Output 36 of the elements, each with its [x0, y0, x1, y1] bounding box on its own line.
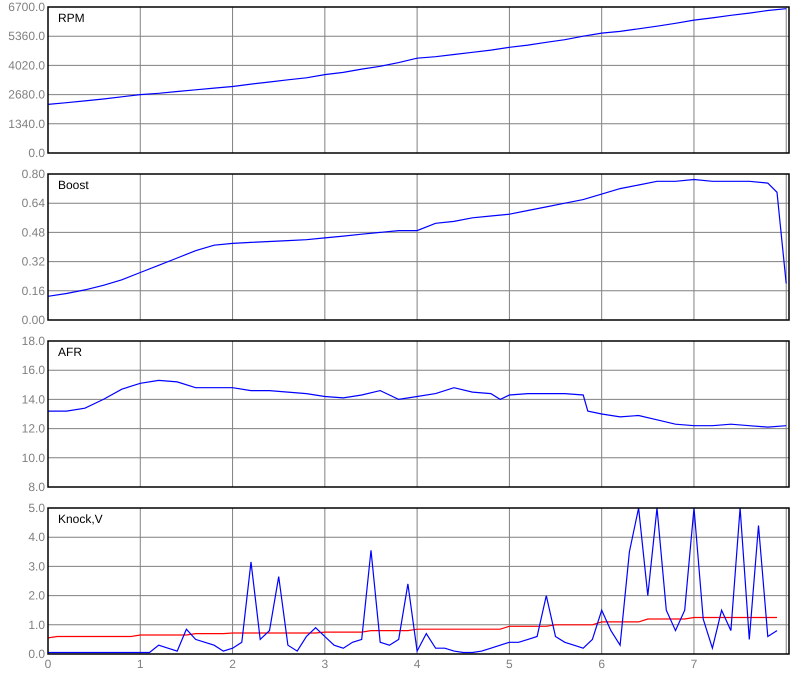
axis-tick-label: 8.0 — [28, 480, 45, 494]
axis-tick-label: 4.0 — [28, 530, 45, 544]
axis-tick-label: 16.0 — [22, 363, 45, 378]
axis-tick-label: 2 — [229, 657, 236, 671]
axis-tick-label: 2680.0 — [8, 88, 45, 102]
axis-tick-label: 1.0 — [28, 618, 45, 632]
axis-tick-label: 12.0 — [22, 422, 45, 436]
axis-tick-label: 1340.0 — [8, 116, 45, 131]
axis-tick-label: 5.0 — [28, 501, 45, 515]
axis-tick-label: 0.32 — [22, 254, 45, 269]
chart-title: AFR — [58, 345, 82, 359]
axis-tick-label: 0.64 — [22, 196, 45, 210]
chart-title: Knock,V — [58, 512, 103, 526]
chart-title: RPM — [58, 11, 85, 25]
axis-tick-label: 6700.0 — [8, 0, 45, 14]
axis-tick-label: 2.0 — [28, 588, 45, 603]
axis-tick-label: 0 — [44, 657, 52, 671]
axis-tick-label: 0.0 — [28, 146, 45, 160]
axis-tick-label: 0.16 — [22, 284, 45, 298]
axis-tick-label: 6 — [598, 657, 606, 671]
axis-tick-label: 10.0 — [22, 450, 45, 465]
axis-tick-label: 3 — [322, 657, 328, 671]
axis-tick-label: 3.0 — [28, 559, 45, 574]
axis-tick-label: 0.80 — [22, 167, 45, 181]
axis-tick-label: 4020.0 — [8, 58, 45, 72]
axis-tick-label: 1 — [136, 657, 144, 671]
axis-tick-label: 18.0 — [22, 334, 45, 348]
axis-tick-label: 0.0 — [28, 647, 45, 661]
axis-tick-label: 4 — [414, 657, 420, 671]
axis-tick-label: 5360.0 — [8, 29, 45, 44]
chart-title: Boost — [58, 178, 89, 192]
axis-tick-label: 14.0 — [22, 392, 45, 406]
axis-tick-label: 7 — [690, 657, 698, 671]
axis-tick-label: 5 — [506, 657, 513, 671]
axis-tick-label: 0.00 — [22, 313, 45, 327]
axis-tick-label: 0.48 — [22, 225, 45, 240]
